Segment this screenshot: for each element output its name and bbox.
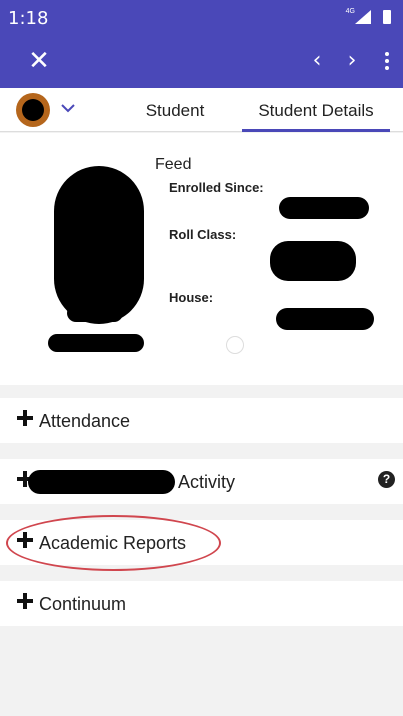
redacted-name	[67, 304, 123, 322]
loading-indicator	[226, 336, 244, 354]
chevron-right-icon[interactable]: ›	[341, 46, 363, 76]
redacted-house-value	[276, 308, 374, 330]
battery-icon	[383, 10, 391, 24]
redacted-roll-class-value	[270, 241, 356, 281]
section-activity[interactable]: Activity ?	[0, 459, 403, 504]
house-label: House:	[169, 290, 214, 305]
profile-card: Feed Enrolled Since: Roll Class: House:	[0, 133, 403, 385]
tab-bar: Student Student Details	[0, 88, 403, 132]
chevron-left-icon[interactable]: ‹	[306, 46, 328, 76]
enrolled-since-label: Enrolled Since:	[169, 180, 264, 195]
roll-class-label: Roll Class:	[169, 227, 237, 242]
redacted-photo	[54, 166, 144, 324]
plus-icon	[17, 410, 33, 426]
section-attendance[interactable]: Attendance	[0, 398, 403, 443]
redacted-surname	[48, 334, 144, 352]
help-icon[interactable]: ?	[378, 471, 395, 488]
status-time: 1:18	[8, 8, 49, 29]
app-bar: ✕ ‹ ›	[0, 34, 403, 88]
section-label: Attendance	[39, 411, 131, 431]
status-bar: 1:18 4G	[0, 0, 403, 34]
chevron-down-icon[interactable]	[58, 98, 78, 118]
feed-label: Feed	[155, 156, 192, 173]
redacted-activity-prefix	[28, 470, 175, 494]
section-continuum[interactable]: Continuum	[0, 581, 403, 626]
signal-icon	[355, 10, 371, 24]
avatar[interactable]	[16, 93, 50, 127]
plus-icon	[17, 593, 33, 609]
tab-student-details[interactable]: Student Details	[242, 88, 390, 132]
more-vert-icon[interactable]	[378, 46, 396, 76]
network-type: 4G	[345, 8, 355, 15]
section-label: Activity	[178, 472, 236, 492]
highlight-annotation	[6, 515, 221, 571]
close-icon[interactable]: ✕	[26, 46, 52, 76]
tab-student[interactable]: Student	[130, 88, 220, 132]
redacted-enrolled-value	[279, 197, 369, 219]
section-label: Continuum	[39, 594, 127, 614]
